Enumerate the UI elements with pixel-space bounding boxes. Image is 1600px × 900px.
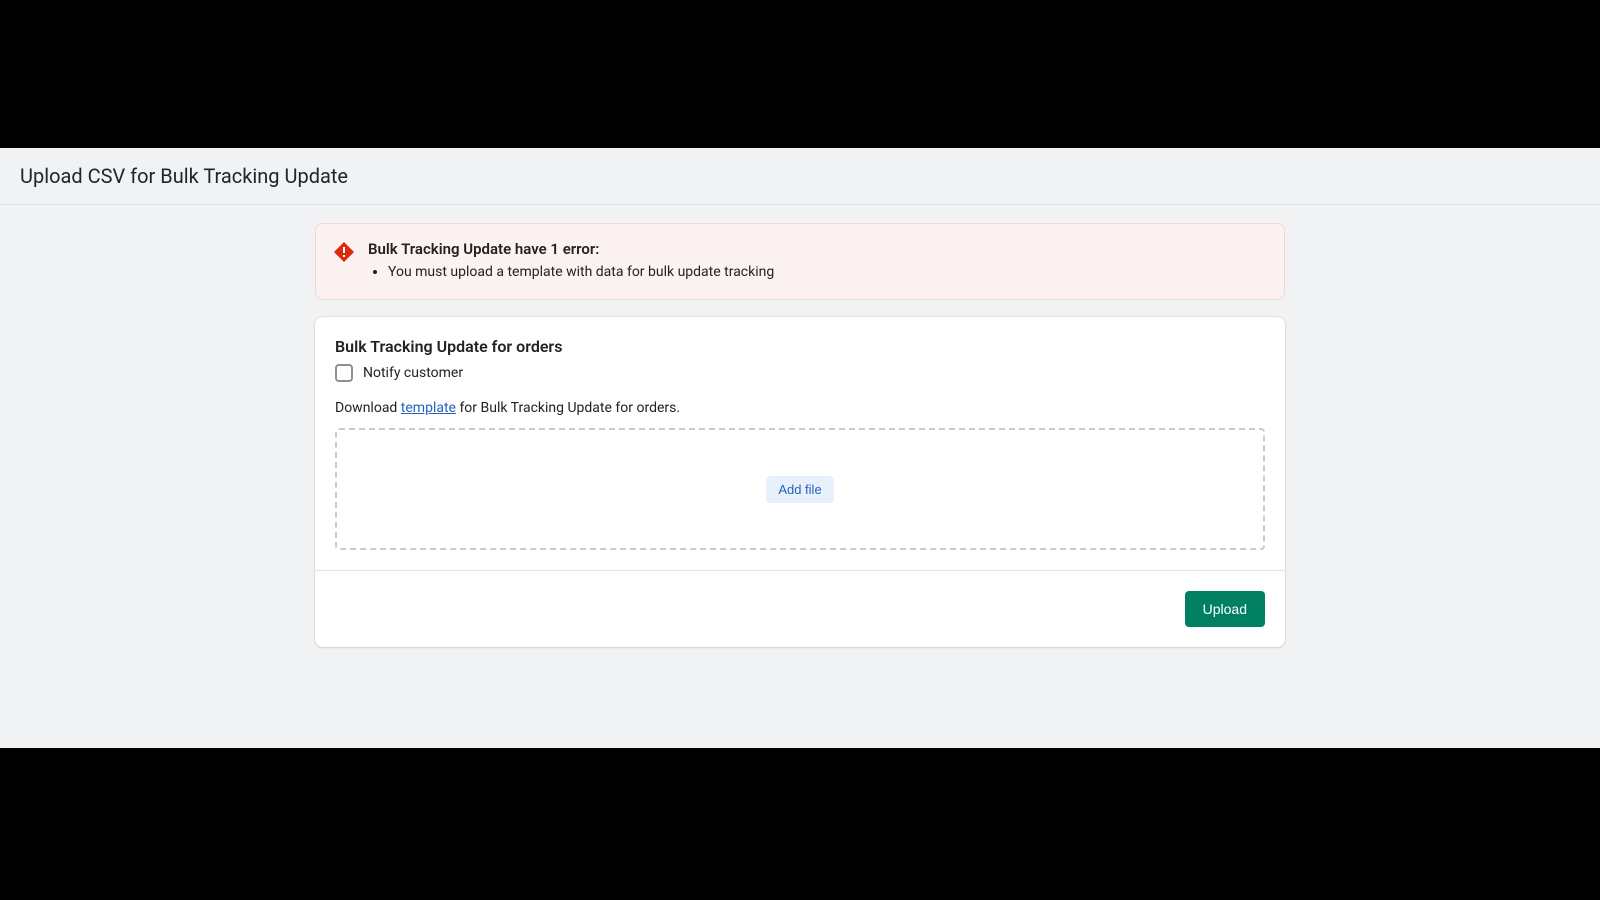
button-row: Upload [335,591,1265,627]
main-container: Bulk Tracking Update have 1 error: You m… [315,205,1285,647]
upload-button[interactable]: Upload [1185,591,1265,627]
bottom-letterbox [0,748,1600,900]
add-file-button[interactable]: Add file [766,476,833,503]
page-title: Upload CSV for Bulk Tracking Update [20,164,1580,188]
download-template-text: Download template for Bulk Tracking Upda… [335,400,1265,416]
download-suffix: for Bulk Tracking Update for orders. [456,400,680,416]
download-prefix: Download [335,400,401,416]
notify-customer-row: Notify customer [335,364,1265,382]
template-link[interactable]: template [401,400,456,416]
notify-customer-checkbox[interactable] [335,364,353,382]
error-icon [334,242,354,262]
divider [315,570,1285,571]
file-dropzone[interactable]: Add file [335,428,1265,550]
error-content: Bulk Tracking Update have 1 error: You m… [368,240,1266,283]
notify-customer-label: Notify customer [363,365,463,381]
top-letterbox [0,0,1600,148]
upload-card: Bulk Tracking Update for orders Notify c… [315,317,1285,647]
card-title: Bulk Tracking Update for orders [335,337,1265,356]
error-message: You must upload a template with data for… [388,262,1266,283]
page-header: Upload CSV for Bulk Tracking Update [0,148,1600,205]
error-title: Bulk Tracking Update have 1 error: [368,240,1266,258]
error-banner: Bulk Tracking Update have 1 error: You m… [315,223,1285,300]
content-area: Upload CSV for Bulk Tracking Update Bulk… [0,148,1600,748]
error-list: You must upload a template with data for… [368,262,1266,283]
